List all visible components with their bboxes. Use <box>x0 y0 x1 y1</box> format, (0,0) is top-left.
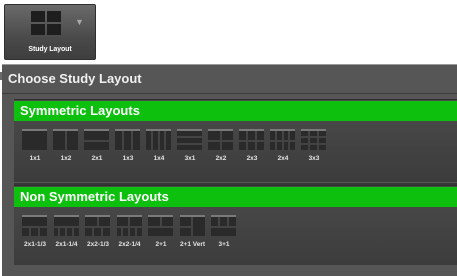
symmetric-layouts-header: Symmetric Layouts <box>14 101 457 121</box>
layout-3x3-icon <box>301 129 326 150</box>
non-symmetric-layouts-section: Non Symmetric Layouts 2x1-1/3 2x1-1/4 2x2-… <box>14 185 457 265</box>
choose-study-layout-panel: Choose Study Layout Symmetric Layouts 1x… <box>2 64 457 276</box>
layout-option-label: 3x3 <box>308 155 320 162</box>
dropdown-arrow-icon: ▼ <box>75 17 84 27</box>
symmetric-layout-option[interactable]: 2x3 <box>237 125 267 173</box>
non-symmetric-layout-option[interactable]: 2+1 Vert <box>178 211 208 259</box>
study-layout-label: Study Layout <box>28 46 72 53</box>
study-layout-button[interactable]: ▼ Study Layout <box>4 4 96 60</box>
non-symmetric-layout-option[interactable]: 2x1-1/4 <box>52 211 82 259</box>
layout-2x3-icon <box>239 129 264 150</box>
layout-2x1-1-4-icon <box>53 215 79 236</box>
symmetric-layout-option[interactable]: 2x1 <box>82 125 112 173</box>
symmetric-layout-option[interactable]: 1x4 <box>144 125 174 173</box>
symmetric-layout-list: 1x1 1x2 2x1 1x3 1x4 3x1 2x2 2x3 2x4 3x3 <box>14 125 457 175</box>
layout-2x2-1-4-icon <box>116 215 142 236</box>
layout-1x3-icon <box>115 129 140 150</box>
layout-grid-icon <box>31 11 61 35</box>
layout-2x1-icon <box>84 129 109 150</box>
layout-1x2-icon <box>53 129 78 150</box>
layout-1x1-icon <box>22 129 47 150</box>
non-symmetric-layout-list: 2x1-1/3 2x1-1/4 2x2-1/3 2x2-1/4 2+1 2+1 Vert 3… <box>14 211 457 261</box>
panel-title: Choose Study Layout <box>8 71 142 86</box>
layout-1x4-icon <box>146 129 171 150</box>
symmetric-layouts-section: Symmetric Layouts 1x1 1x2 2x1 1x3 1x4 3x1 2x2 2… <box>14 99 457 182</box>
layout-2x2-1-3-icon <box>85 215 110 236</box>
non-symmetric-layouts-title: Non Symmetric Layouts <box>20 189 169 204</box>
layout-3x1-icon <box>177 129 202 150</box>
symmetric-layout-option[interactable]: 1x3 <box>113 125 143 173</box>
symmetric-layout-option[interactable]: 1x2 <box>51 125 81 173</box>
non-symmetric-layout-option[interactable]: 2x2-1/3 <box>83 211 113 259</box>
symmetric-layout-option[interactable]: 2x4 <box>268 125 298 173</box>
layout-option-label: 3+1 <box>218 241 230 248</box>
layout-2x1-1-3-icon <box>22 215 47 236</box>
non-symmetric-layouts-header: Non Symmetric Layouts <box>14 187 457 207</box>
symmetric-layout-option[interactable]: 2x2 <box>206 125 236 173</box>
layout-2x4-icon <box>270 129 295 150</box>
layout-2plus1-icon <box>148 215 173 236</box>
symmetric-layout-option[interactable]: 1x1 <box>20 125 50 173</box>
symmetric-layout-option[interactable]: 3x3 <box>299 125 329 173</box>
title-divider <box>2 93 457 94</box>
symmetric-layout-option[interactable]: 3x1 <box>175 125 205 173</box>
layout-2plus1-vert-icon <box>179 215 205 236</box>
layout-3plus1-icon <box>211 215 236 236</box>
non-symmetric-layout-option[interactable]: 2+1 <box>146 211 176 259</box>
layout-2x2-icon <box>208 129 233 150</box>
non-symmetric-layout-option[interactable]: 2x1-1/3 <box>20 211 50 259</box>
symmetric-layouts-title: Symmetric Layouts <box>20 103 140 118</box>
non-symmetric-layout-option[interactable]: 2x2-1/4 <box>115 211 145 259</box>
non-symmetric-layout-option[interactable]: 3+1 <box>209 211 239 259</box>
